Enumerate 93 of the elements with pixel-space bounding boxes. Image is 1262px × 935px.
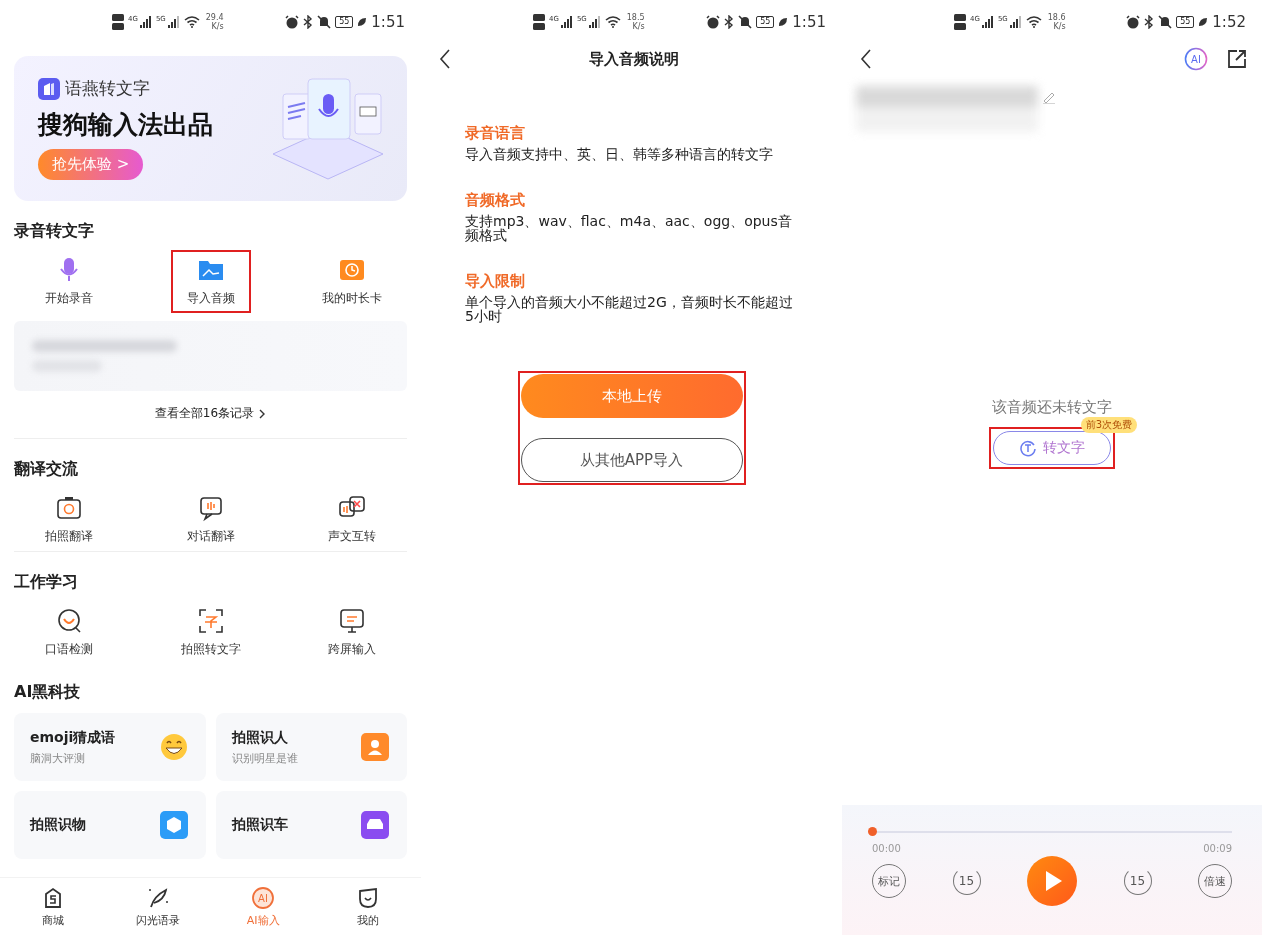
- muted-bell-icon: [1158, 15, 1173, 29]
- feature-button[interactable]: 我的时长卡: [297, 252, 407, 311]
- feature-card[interactable]: 拍照识人 识别明星是谁: [215, 713, 407, 781]
- share-icon[interactable]: [1226, 48, 1248, 70]
- ai-badge-icon: AI: [251, 885, 276, 910]
- nav-tab[interactable]: 闪光语录: [117, 885, 198, 928]
- total-duration: 00:09: [1203, 843, 1232, 854]
- ai-assistant-button[interactable]: AI: [1184, 47, 1208, 71]
- nav-tab[interactable]: 商城: [12, 885, 93, 928]
- network-speed: 18.5: [626, 13, 645, 22]
- clock-time: 1:51: [792, 13, 826, 31]
- wifi-icon: [604, 16, 621, 28]
- app-logo-icon: [38, 77, 60, 100]
- section-description: 支持mp3、wav、flac、m4a、aac、ogg、opus音频格式: [465, 214, 793, 242]
- promo-banner[interactable]: 语燕转文字 搜狗输入法出品 抢先体验 >: [14, 56, 407, 201]
- signal-icon: [588, 16, 601, 28]
- sim-card-icon: [954, 13, 966, 31]
- feature-button[interactable]: 跨屏输入: [297, 603, 407, 662]
- section-heading: 导入限制: [465, 272, 526, 291]
- card-subtitle: 识别明星是谁: [231, 750, 298, 766]
- wifi-icon: [183, 16, 200, 28]
- wifi-icon: [1025, 16, 1042, 28]
- section-heading: 音频格式: [465, 191, 526, 210]
- card-title: 拍照识物: [30, 816, 86, 834]
- monitor-icon: [338, 607, 366, 635]
- feature-button[interactable]: 拍照翻译: [14, 490, 124, 549]
- section-heading: 录音语言: [465, 124, 526, 143]
- leaf-icon: [357, 17, 368, 27]
- nav-tab[interactable]: 我的: [328, 885, 409, 928]
- leaf-icon: [1198, 17, 1209, 27]
- speed-unit: K/s: [632, 22, 645, 31]
- feature-button[interactable]: 拍照转文字: [155, 603, 266, 662]
- speed-unit: K/s: [1053, 22, 1066, 31]
- progress-thumb[interactable]: [868, 827, 877, 836]
- feature-button[interactable]: 导入音频: [172, 252, 249, 311]
- battery-indicator: 55: [1176, 16, 1195, 28]
- card-subtitle: 脑洞大评测: [30, 750, 86, 766]
- section-title: AI黑科技: [14, 682, 82, 703]
- person-scan-icon: [359, 731, 391, 763]
- battery-indicator: 55: [335, 16, 354, 28]
- camera-translate-icon: [55, 494, 83, 522]
- muted-bell-icon: [738, 15, 753, 29]
- feature-button[interactable]: 开始录音: [14, 252, 124, 311]
- free-trial-badge: 前3次免费: [1080, 417, 1137, 433]
- signal-icon: [560, 16, 573, 28]
- feature-card[interactable]: emoji猜成语 脑洞大评测: [14, 713, 206, 781]
- bluetooth-icon: [303, 15, 314, 29]
- signal-icon: [1009, 16, 1022, 28]
- feature-card[interactable]: 拍照识车: [215, 791, 407, 859]
- feature-card[interactable]: 拍照识物: [14, 791, 206, 859]
- clock-time: 1:51: [371, 13, 405, 31]
- pencil-icon[interactable]: [1042, 90, 1056, 104]
- cube-scan-icon: [157, 809, 190, 841]
- chevron-right-icon: [258, 408, 267, 419]
- speech-check-icon: [55, 607, 83, 635]
- network-speed: 18.6: [1047, 13, 1066, 22]
- clock-time: 1:52: [1212, 13, 1246, 31]
- speed-unit: K/s: [211, 22, 224, 31]
- leaf-icon: [778, 17, 789, 27]
- bluetooth-icon: [724, 15, 735, 29]
- bluetooth-icon: [1144, 15, 1155, 29]
- page-title: 导入音频说明: [587, 49, 680, 69]
- card-title: 拍照识车: [231, 816, 288, 834]
- muted-bell-icon: [317, 15, 332, 29]
- brand-name: 语燕转文字: [65, 77, 150, 100]
- banner-headline: 搜狗输入法出品: [38, 109, 213, 141]
- feature-button[interactable]: 声文互转: [297, 490, 407, 549]
- elapsed-time: 00:00: [872, 843, 901, 854]
- sim-card-icon: [533, 13, 545, 31]
- play-button-icon[interactable]: [1027, 856, 1077, 906]
- text-convert-icon: [1019, 439, 1037, 457]
- section-title: 翻译交流: [14, 459, 79, 480]
- card-title: emoji猜成语: [30, 728, 116, 747]
- import-from-app-button[interactable]: 从其他APP导入: [520, 438, 743, 482]
- feature-button[interactable]: 口语检测: [14, 603, 124, 662]
- signal-icon: [167, 16, 180, 28]
- section-description: 导入音频支持中、英、日、韩等多种语言的转文字: [465, 147, 774, 161]
- alarm-icon: [1126, 15, 1141, 29]
- empty-state-message: 该音频还未转文字: [992, 398, 1112, 417]
- section-description: 单个导入的音频大小不能超过2G，音频时长不能超过5小时: [465, 295, 794, 323]
- section-title: 工作学习: [14, 572, 79, 593]
- alarm-icon: [706, 15, 721, 29]
- signal-icon: [981, 16, 994, 28]
- scan-character-icon: [196, 607, 225, 635]
- card-title: 拍照识人: [231, 728, 289, 747]
- feature-button[interactable]: 对话翻译: [155, 490, 266, 549]
- view-all-records-link[interactable]: 查看全部16条记录: [154, 405, 267, 422]
- signal-icon: [139, 16, 152, 28]
- network-speed: 29.4: [205, 13, 224, 22]
- alarm-icon: [285, 15, 300, 29]
- battery-indicator: 55: [756, 16, 775, 28]
- sim-card-icon: [112, 13, 124, 31]
- section-title: 录音转文字: [14, 221, 95, 242]
